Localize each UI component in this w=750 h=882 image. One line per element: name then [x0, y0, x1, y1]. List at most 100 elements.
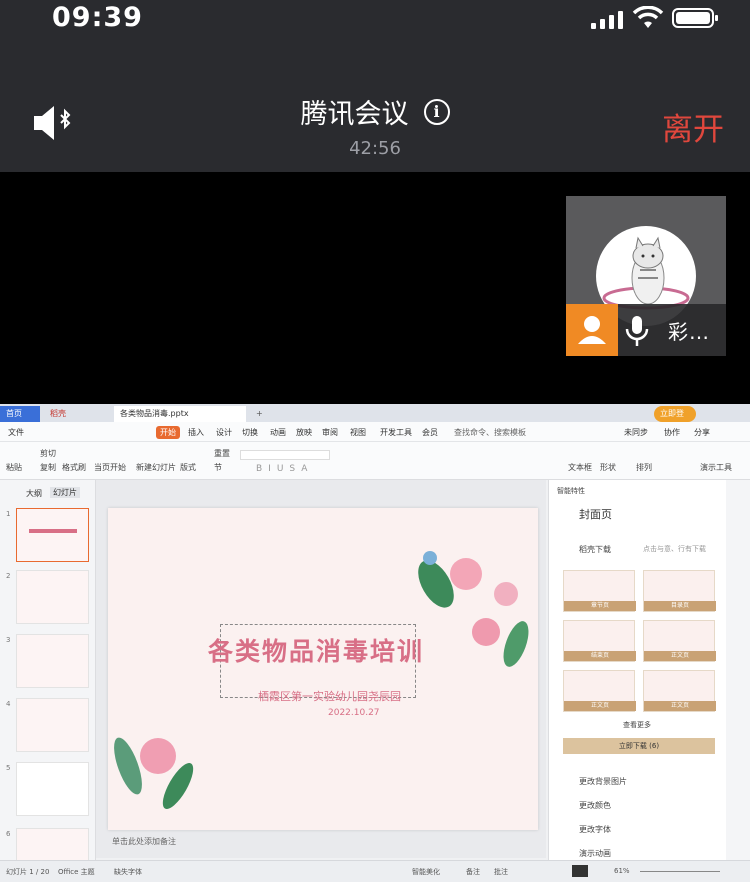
action-change-color[interactable]: 更改颜色 — [579, 800, 611, 811]
slide-subtitle: 栖霞区第一实验幼儿园尧辰园 — [258, 690, 401, 703]
slide-count: 幻灯片 1 / 20 — [6, 868, 50, 876]
ribbon-toolbar: 粘贴 剪切 复制 格式刷 当页开始 新建幻灯片 版式 节 重置 文本框 形状 排… — [0, 442, 750, 480]
new-tab-button[interactable]: + — [250, 406, 268, 422]
slide-thumbnails: 大纲 幻灯片 1 2 3 4 5 6 — [0, 480, 96, 882]
paste-button[interactable]: 粘贴 — [6, 462, 22, 473]
participant-bar: 彩… — [566, 304, 726, 356]
new-slide-button[interactable]: 新建幻灯片 — [136, 462, 176, 473]
panel-section-title: 封面页 — [579, 508, 612, 521]
flower-decoration-bottom — [114, 737, 194, 809]
menu-file[interactable]: 文件 — [8, 427, 24, 438]
smart-panel: 智能特性 封面页 稻壳下载 点击与意、行有下载 章节页 目录页 结束页 正文页 … — [548, 480, 726, 860]
presentation-tools-button[interactable]: 演示工具 — [700, 462, 732, 473]
menu-design[interactable]: 设计 — [216, 427, 232, 438]
menu-member[interactable]: 会员 — [422, 427, 438, 438]
panel-heading: 智能特性 — [557, 487, 585, 495]
cut-button[interactable]: 剪切 — [40, 448, 56, 459]
ribbon-menu: 文件 开始 插入 设计 切换 动画 放映 审阅 视图 开发工具 会员 查找命令、… — [0, 422, 750, 442]
notes-button[interactable]: 备注 — [466, 867, 480, 877]
textbox-button[interactable]: 文本框 — [568, 462, 592, 473]
menu-review[interactable]: 审阅 — [322, 427, 338, 438]
tab-home[interactable]: 首页 — [0, 406, 40, 422]
view-more-link[interactable]: 查看更多 — [623, 720, 651, 730]
leave-button[interactable]: 离开 — [662, 104, 724, 149]
user-icon — [578, 316, 606, 344]
zoom-level: 61% — [614, 867, 630, 875]
template-card[interactable]: 章节页 — [563, 570, 636, 612]
participant-name: 彩… — [668, 320, 710, 344]
tab-daoke[interactable]: 稻壳 — [44, 406, 110, 422]
menu-home[interactable]: 开始 — [156, 426, 180, 439]
format-buttons[interactable]: BIUSA — [256, 464, 313, 474]
meeting-screen: 09:39 腾讯会议 i 42:56 离开 彩… 首页 稻壳 各类物品消毒.pp… — [0, 0, 750, 882]
play-current-button[interactable]: 当页开始 — [94, 462, 126, 473]
action-change-background[interactable]: 更改背景图片 — [579, 776, 627, 787]
download-button[interactable]: 立即下载 (6) — [563, 738, 715, 754]
template-card[interactable]: 正文页 — [643, 670, 716, 712]
login-button[interactable]: 立即登录 — [654, 406, 696, 434]
menu-transition[interactable]: 切换 — [242, 427, 258, 438]
tab-slides[interactable]: 幻灯片 — [50, 487, 80, 498]
tab-outline[interactable]: 大纲 — [26, 488, 42, 499]
comment-button[interactable]: 批注 — [494, 867, 508, 877]
template-card[interactable]: 结束页 — [563, 620, 636, 662]
current-slide[interactable]: 各类物品消毒培训 栖霞区第一实验幼儿园尧辰园 2022.10.27 — [108, 508, 538, 830]
thumb-number: 6 — [6, 830, 11, 838]
copy-button[interactable]: 复制 — [40, 462, 56, 473]
shared-screen: 首页 稻壳 各类物品消毒.pptx + 立即登录 文件 开始 插入 设计 切换 … — [0, 404, 750, 882]
thumbnail-2[interactable] — [16, 570, 89, 624]
template-card[interactable]: 正文页 — [563, 670, 636, 712]
action-change-font[interactable]: 更改字体 — [579, 824, 611, 835]
wifi-icon — [632, 6, 664, 28]
thumbnail-3[interactable] — [16, 634, 89, 688]
action-animation[interactable]: 演示动画 — [579, 848, 611, 859]
thumb-number: 4 — [6, 700, 11, 708]
host-badge — [566, 304, 618, 356]
meeting-header: 09:39 腾讯会议 i 42:56 离开 — [0, 0, 750, 172]
command-search[interactable]: 查找命令、搜索模板 — [454, 427, 526, 438]
template-card[interactable]: 正文页 — [643, 620, 716, 662]
flower-decoration-top — [418, 551, 529, 667]
theme-name: Office 主题 — [58, 868, 95, 876]
arrange-button[interactable]: 排列 — [636, 462, 652, 473]
section-button[interactable]: 节 — [214, 462, 222, 473]
shape-button[interactable]: 形状 — [600, 462, 616, 473]
template-card[interactable]: 目录页 — [643, 570, 716, 612]
layout-button[interactable]: 版式 — [180, 462, 196, 473]
play-icon[interactable] — [572, 865, 588, 877]
side-toolbar[interactable] — [726, 480, 750, 860]
panel-filter-hint: 点击与意、行有下载 — [643, 545, 706, 553]
slide-canvas: 各类物品消毒培训 栖霞区第一实验幼儿园尧辰园 2022.10.27 单击此处添加… — [96, 480, 546, 858]
zoom-slider[interactable] — [640, 871, 720, 872]
notes-placeholder[interactable]: 单击此处添加备注 — [112, 836, 176, 847]
menu-insert[interactable]: 插入 — [188, 427, 204, 438]
meeting-title-row: 腾讯会议 i — [0, 92, 750, 131]
sync-status[interactable]: 未同步 — [624, 427, 648, 438]
share-button[interactable]: 分享 — [694, 427, 710, 438]
collaborate-button[interactable]: 协作 — [664, 427, 680, 438]
menu-developer[interactable]: 开发工具 — [380, 427, 412, 438]
menu-view[interactable]: 视图 — [350, 427, 366, 438]
menu-slideshow[interactable]: 放映 — [296, 427, 312, 438]
panel-filter[interactable]: 稻壳下载 — [579, 544, 611, 555]
thumbnail-4[interactable] — [16, 698, 89, 752]
smart-beautify-button[interactable]: 智能美化 — [412, 867, 440, 877]
slide-title: 各类物品消毒培训 — [208, 637, 425, 666]
cellular-signal-icon — [591, 11, 623, 29]
participant-tile[interactable]: 彩… — [566, 196, 726, 356]
slide-date: 2022.10.27 — [328, 708, 380, 718]
menu-animation[interactable]: 动画 — [270, 427, 286, 438]
missing-font-button[interactable]: 缺失字体 — [114, 867, 142, 877]
meeting-duration: 42:56 — [349, 138, 401, 159]
thumb-number: 5 — [6, 764, 11, 772]
reset-button[interactable]: 重置 — [214, 448, 230, 459]
thumbnail-1[interactable] — [16, 508, 89, 562]
thumb-number: 2 — [6, 572, 11, 580]
tab-document[interactable]: 各类物品消毒.pptx — [114, 406, 246, 422]
microphone-icon — [625, 316, 649, 346]
status-bar: 幻灯片 1 / 20 Office 主题 缺失字体 智能美化 备注 批注 61% — [0, 860, 750, 882]
format-painter-button[interactable]: 格式刷 — [62, 462, 86, 473]
font-name-select[interactable] — [240, 450, 330, 460]
thumbnail-5[interactable] — [16, 762, 89, 816]
info-icon[interactable]: i — [423, 98, 450, 125]
